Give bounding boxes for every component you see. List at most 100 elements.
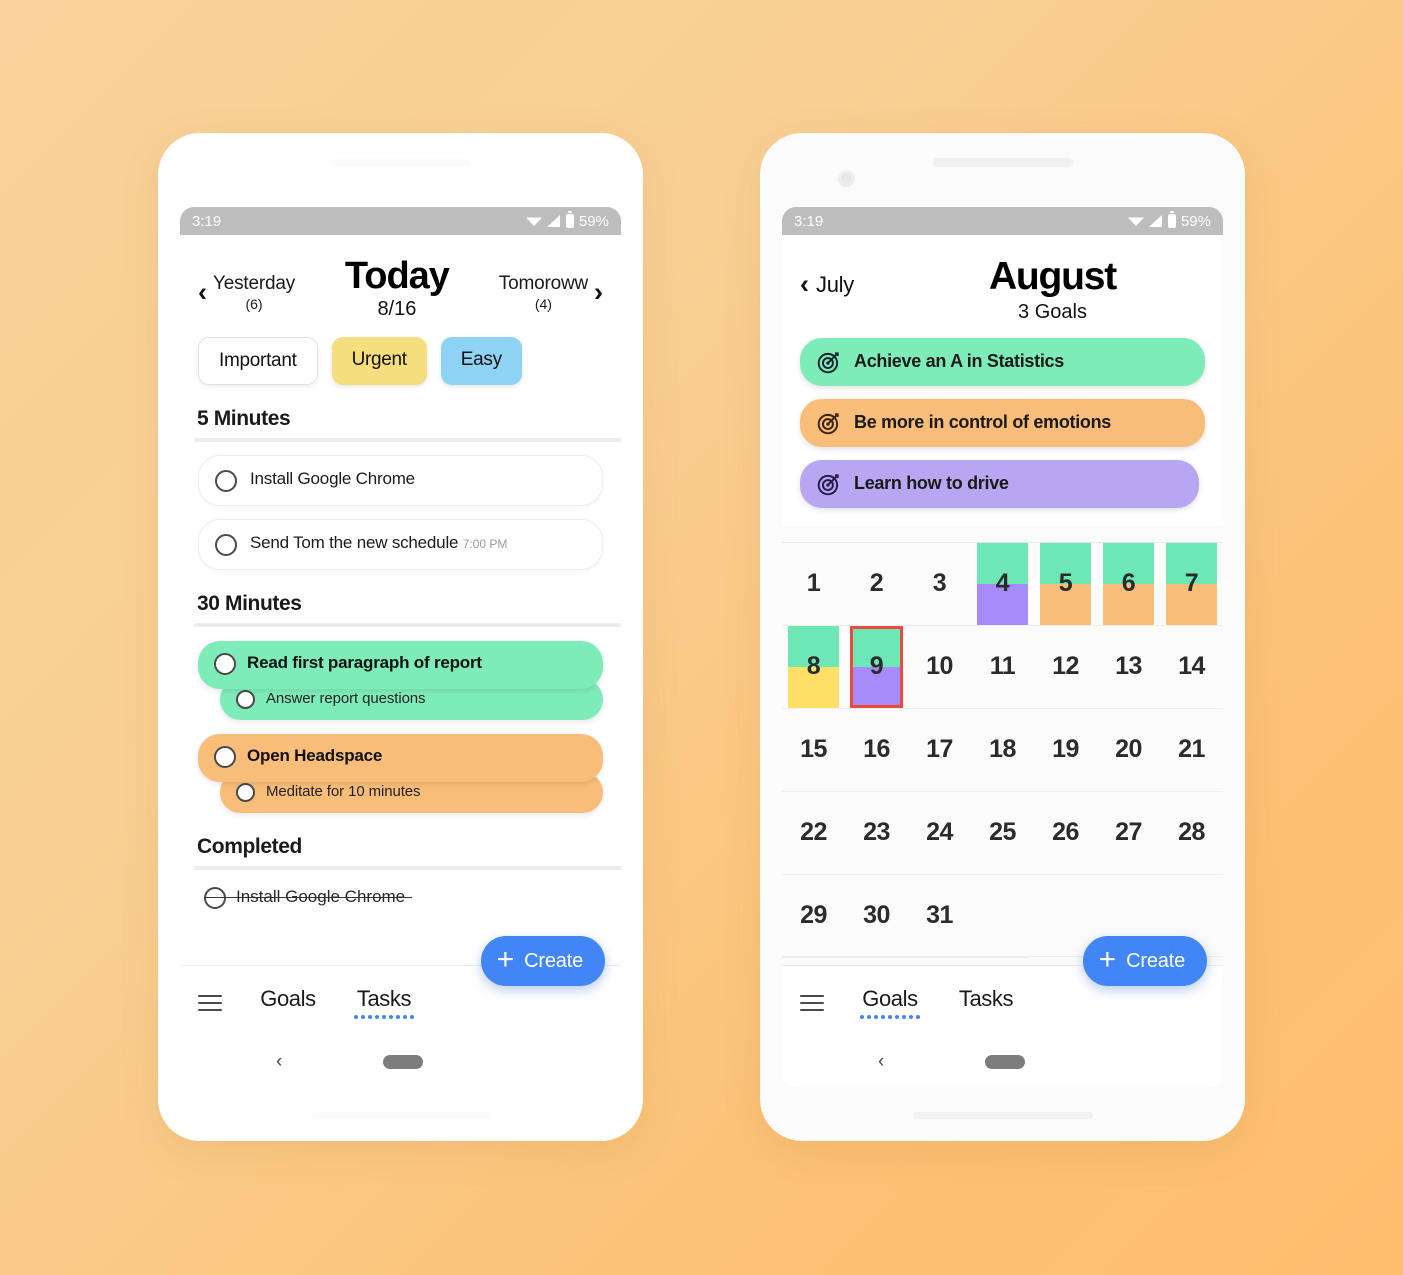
calendar-week-row: 1 2 3 4 5 6 7: [782, 541, 1223, 625]
checkbox-circle-icon[interactable]: [215, 469, 237, 492]
calendar-day-cell[interactable]: 9: [845, 625, 908, 708]
task-row[interactable]: Send Tom the new schedule 7:00 PM: [198, 518, 603, 570]
task-row-parent[interactable]: Open Headspace: [198, 733, 603, 782]
filter-chip-urgent[interactable]: Urgent: [331, 336, 427, 385]
day-number: 5: [1058, 569, 1073, 598]
task-row[interactable]: Install Google Chrome: [198, 454, 603, 506]
calendar-day-cell[interactable]: 21: [1160, 709, 1223, 791]
prev-month-label: July: [816, 271, 854, 297]
phone-device-goals: 3:19 59% ‹ July August 3 Goals Achieve a…: [760, 133, 1245, 1141]
calendar-day-cell[interactable]: 6: [1097, 542, 1160, 625]
tasks-content: ‹ Yesterday (6) Today 8/16 Tomoroww (4) …: [180, 235, 621, 965]
goal-row[interactable]: Achieve an A in Statistics: [800, 337, 1205, 386]
day-number: 14: [1178, 652, 1205, 681]
calendar-day-cell[interactable]: 19: [1034, 709, 1097, 791]
goal-label: Be more in control of emotions: [854, 412, 1112, 433]
calendar-day-cell[interactable]: 28: [1160, 792, 1223, 874]
plus-icon: +: [1098, 942, 1117, 976]
chevron-left-icon: ‹: [800, 269, 809, 299]
calendar-day-cell[interactable]: 24: [908, 792, 971, 874]
checkbox-circle-icon[interactable]: [215, 533, 237, 556]
calendar-day-cell[interactable]: 18: [971, 709, 1034, 791]
target-icon: [817, 413, 839, 435]
prev-day-button[interactable]: ‹ Yesterday (6): [198, 257, 295, 312]
checkbox-circle-icon[interactable]: [214, 652, 236, 675]
calendar-day-cell[interactable]: 7: [1160, 542, 1223, 625]
calendar-empty-cell: [971, 875, 1034, 956]
day-number: 28: [1178, 818, 1205, 847]
filter-chip-easy[interactable]: Easy: [440, 336, 522, 385]
status-bar: 3:19 59%: [782, 207, 1223, 235]
signal-icon: [546, 215, 560, 227]
calendar-day-cell[interactable]: 25: [971, 792, 1034, 874]
system-home-pill[interactable]: [383, 1055, 423, 1069]
wifi-icon: [525, 217, 542, 226]
calendar-day-cell[interactable]: 5: [1034, 542, 1097, 625]
calendar-day-cell[interactable]: 16: [845, 709, 908, 791]
calendar-day-cell[interactable]: 12: [1034, 626, 1097, 708]
day-number: 19: [1052, 735, 1079, 764]
calendar-day-cell[interactable]: 15: [782, 709, 845, 791]
completed-task-row[interactable]: Install Google Chrome: [180, 870, 621, 909]
day-number: 24: [926, 818, 953, 847]
tab-label: Tasks: [356, 985, 412, 1011]
calendar-day-cell[interactable]: 8: [782, 625, 845, 708]
calendar-bottom-divider: [782, 956, 1029, 958]
checkbox-circle-icon[interactable]: [214, 745, 236, 768]
status-icons: 59%: [1127, 211, 1211, 230]
calendar-day-cell[interactable]: 1: [782, 543, 845, 625]
battery-icon: [565, 211, 574, 228]
task-row-parent[interactable]: Read first paragraph of report: [198, 640, 603, 689]
calendar-day-cell[interactable]: 11: [971, 626, 1034, 708]
menu-icon[interactable]: [198, 994, 222, 1011]
calendar-day-cell[interactable]: 14: [1160, 626, 1223, 708]
calendar-day-cell[interactable]: 10: [908, 626, 971, 708]
calendar-week-row: 15 16 17 18 19 20 21: [782, 707, 1223, 791]
speaker-slot-icon: [932, 158, 1073, 167]
checkbox-circle-icon[interactable]: [236, 689, 255, 709]
day-number: 18: [989, 735, 1016, 764]
calendar-day-cell[interactable]: 26: [1034, 792, 1097, 874]
status-icons: 59%: [525, 211, 609, 230]
calendar-day-cell[interactable]: 27: [1097, 792, 1160, 874]
next-day-button[interactable]: Tomoroww (4) ›: [499, 257, 603, 312]
screen-goals: 3:19 59% ‹ July August 3 Goals Achieve a…: [782, 207, 1223, 1087]
tab-goals[interactable]: Goals: [860, 986, 920, 1020]
checkbox-circle-icon[interactable]: [236, 782, 255, 802]
calendar-day-cell[interactable]: 13: [1097, 626, 1160, 708]
bottom-navigation: Goals Tasks + Create: [180, 936, 621, 1039]
tab-tasks[interactable]: Tasks: [956, 986, 1016, 1020]
battery-percent: 59%: [1180, 212, 1211, 230]
create-button[interactable]: + Create: [480, 936, 605, 986]
calendar-week-row: 8 9 10 11 12 13 14: [782, 624, 1223, 708]
plus-icon: +: [496, 942, 515, 976]
menu-icon[interactable]: [800, 994, 824, 1011]
calendar-day-cell[interactable]: 30: [845, 875, 908, 956]
tab-goals[interactable]: Goals: [258, 986, 318, 1020]
system-back-icon[interactable]: ‹: [276, 1051, 282, 1073]
goal-count-label: 3 Goals: [1018, 300, 1087, 323]
day-number: 17: [926, 735, 953, 764]
calendar-day-cell[interactable]: 17: [908, 709, 971, 791]
goal-row[interactable]: Be more in control of emotions: [800, 398, 1205, 447]
tab-label: Goals: [260, 985, 316, 1011]
calendar-day-cell[interactable]: 20: [1097, 709, 1160, 791]
system-home-pill[interactable]: [985, 1055, 1025, 1069]
camera-icon: [838, 170, 855, 187]
filter-chip-important[interactable]: Important: [198, 336, 318, 385]
calendar-day-cell[interactable]: 23: [845, 792, 908, 874]
calendar-day-cell[interactable]: 29: [782, 875, 845, 956]
active-indicator-dots: [354, 1014, 414, 1020]
calendar-day-cell[interactable]: 3: [908, 543, 971, 625]
calendar-grid: 1 2 3 4 5 6 7 8 9 10 11 12 13 14 15 16 17 18 19 20 21 22 23 24 2…: [782, 541, 1223, 965]
status-time: 3:19: [794, 212, 824, 230]
create-button[interactable]: + Create: [1082, 936, 1207, 986]
goal-row[interactable]: Learn how to drive: [800, 459, 1199, 508]
calendar-day-cell[interactable]: 22: [782, 792, 845, 874]
calendar-day-cell[interactable]: 31: [908, 875, 971, 956]
tab-tasks[interactable]: Tasks: [354, 986, 414, 1020]
day-number: 4: [995, 569, 1010, 598]
calendar-day-cell[interactable]: 2: [845, 543, 908, 625]
system-back-icon[interactable]: ‹: [878, 1051, 884, 1073]
calendar-day-cell[interactable]: 4: [971, 542, 1034, 625]
